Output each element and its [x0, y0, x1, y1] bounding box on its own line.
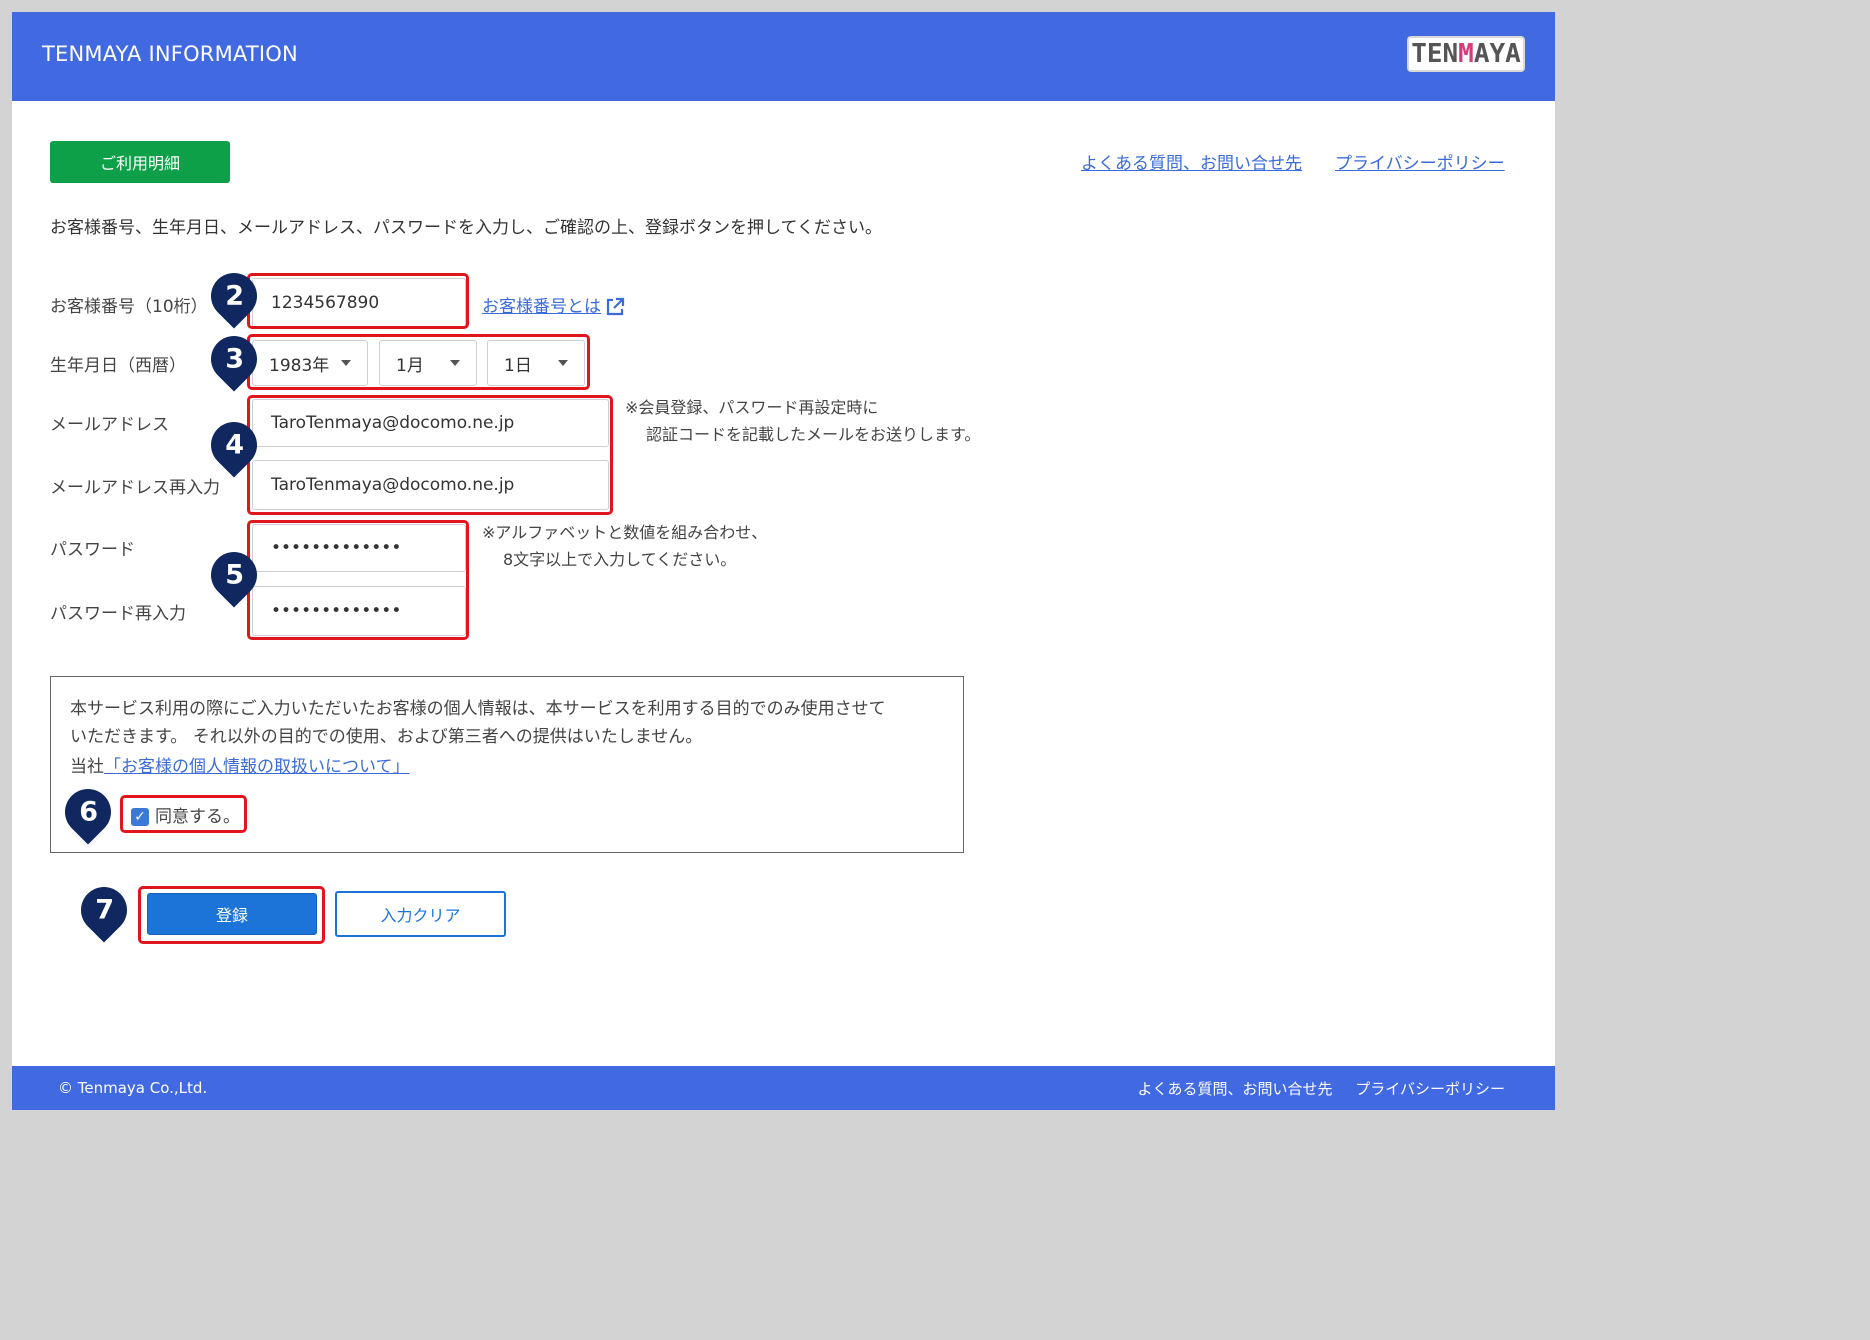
header-bar: TENMAYA INFORMATION TEN M AYA [12, 12, 1555, 101]
highlight-box [247, 334, 590, 390]
external-link-icon [606, 297, 625, 316]
tenmaya-logo[interactable]: TEN M AYA [1407, 36, 1525, 72]
footer-bar: © Tenmaya Co.,Ltd. よくある質問、お問い合せ先 プライバシーポ… [12, 1066, 1555, 1110]
consent-panel: 本サービス利用の際にご入力いただいたお客様の個人情報は、本サービスを利用する目的… [50, 676, 964, 853]
consent-line: 本サービス利用の際にご入力いただいたお客様の個人情報は、本サービスを利用する目的… [70, 699, 886, 719]
copyright-text: © Tenmaya Co.,Ltd. [58, 1079, 208, 1097]
privacy-handling-link[interactable]: 「お客様の個人情報の取扱いについて」 [104, 757, 410, 777]
company-prefix: 当社 [70, 757, 104, 777]
password-label: パスワード [50, 540, 135, 560]
logo-text: TEN [1411, 39, 1459, 69]
customer-number-label: お客様番号（10桁） [50, 297, 208, 317]
highlight-box [247, 395, 613, 515]
logo-text-end: AYA [1473, 39, 1521, 69]
highlight-box [120, 795, 247, 833]
highlight-box [138, 886, 325, 944]
email-note-line: 認証コードを記載したメールをお送りします。 [646, 425, 981, 444]
logo-text-accent: M [1458, 39, 1474, 69]
email-label: メールアドレス [50, 415, 169, 435]
birthdate-label: 生年月日（西暦） [50, 356, 186, 376]
password-confirm-label: パスワード再入力 [50, 604, 186, 624]
privacy-policy-link[interactable]: プライバシーポリシー [1335, 149, 1505, 174]
password-note-line: 8文字以上で入力してください。 [503, 550, 737, 569]
email-confirm-label: メールアドレス再入力 [50, 478, 220, 498]
footer-privacy-link[interactable]: プライバシーポリシー [1355, 1080, 1505, 1098]
step-marker-7: 7 [71, 877, 137, 943]
email-note: ※会員登録、パスワード再設定時に 認証コードを記載したメールをお送りします。 [625, 394, 980, 448]
customer-number-help-link[interactable]: お客様番号とは [482, 292, 625, 317]
highlight-box [247, 520, 469, 640]
faq-link[interactable]: よくある質問、お問い合せ先 [1081, 149, 1302, 174]
password-note: ※アルファベットと数値を組み合わせ、 8文字以上で入力してください。 [482, 519, 767, 573]
instruction-text: お客様番号、生年月日、メールアドレス、パスワードを入力し、ご確認の上、登録ボタン… [50, 218, 882, 238]
email-note-line: ※会員登録、パスワード再設定時に [625, 398, 879, 417]
highlight-box [247, 273, 469, 329]
consent-line: いただきます。 それ以外の目的での使用、および第三者への提供はいたしません。 [70, 727, 703, 747]
password-note-line: ※アルファベットと数値を組み合わせ、 [482, 523, 768, 542]
usage-details-button[interactable]: ご利用明細 [50, 141, 230, 183]
footer-links: よくある質問、お問い合せ先 プライバシーポリシー [1120, 1078, 1506, 1099]
footer-faq-link[interactable]: よくある質問、お問い合せ先 [1138, 1080, 1333, 1098]
page-frame: TENMAYA INFORMATION TEN M AYA ご利用明細 よくある質問… [12, 12, 1555, 1110]
clear-input-button[interactable]: 入力クリア [335, 891, 506, 937]
help-link-text: お客様番号とは [482, 297, 601, 317]
site-title: TENMAYA INFORMATION [42, 42, 298, 66]
consent-text: 本サービス利用の際にご入力いただいたお客様の個人情報は、本サービスを利用する目的… [70, 695, 886, 781]
